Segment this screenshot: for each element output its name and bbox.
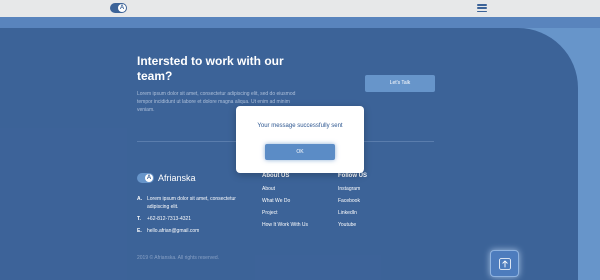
dialog-message: Your message successfully sent — [257, 123, 343, 129]
back-to-top-button[interactable] — [490, 250, 519, 277]
ok-button[interactable]: OK — [265, 144, 335, 160]
arrow-up-icon — [499, 258, 511, 270]
success-dialog: Your message successfully sent OK — [236, 106, 364, 173]
